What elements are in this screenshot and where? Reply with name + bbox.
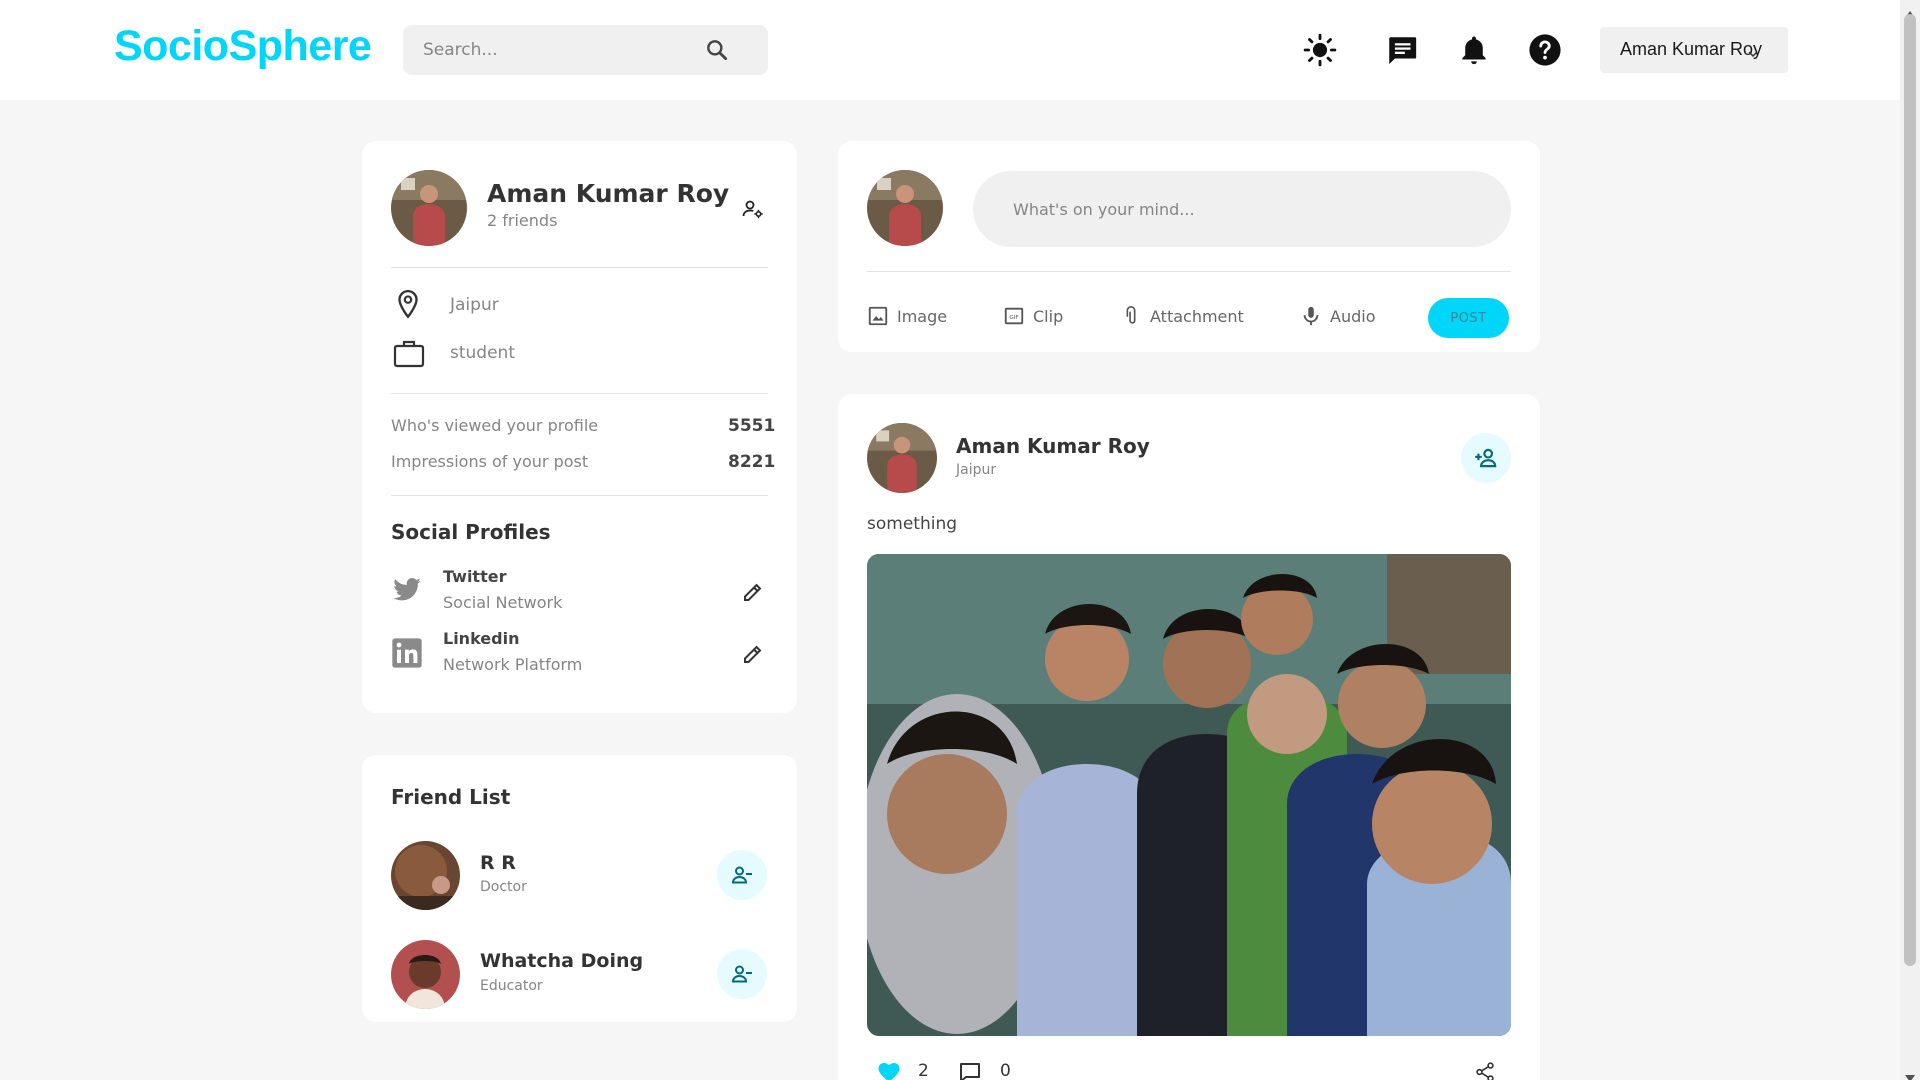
remove-friend-button[interactable] — [717, 949, 767, 999]
user-select[interactable]: Aman Kumar Roy — [1600, 27, 1788, 73]
profile-friends-count: 2 friends — [487, 211, 558, 230]
divider — [867, 271, 1511, 272]
friend-name[interactable]: Whatcha Doing — [480, 950, 643, 972]
microphone-icon — [1300, 305, 1322, 327]
post-card: Aman Kumar Roy Jaipur something 2 0 — [838, 394, 1540, 1080]
edit-linkedin-icon[interactable] — [741, 642, 765, 666]
social-linkedin-name: Linkedin — [443, 629, 520, 648]
comment-icon[interactable] — [958, 1060, 982, 1080]
page-scrollbar[interactable] — [1900, 0, 1920, 1080]
help-icon[interactable] — [1528, 33, 1562, 67]
divider — [391, 267, 768, 268]
like-heart-icon[interactable] — [877, 1061, 901, 1080]
edit-twitter-icon[interactable] — [741, 580, 765, 604]
twitter-icon — [391, 575, 423, 605]
stat-value-impressions: 8221 — [728, 452, 776, 472]
friend-avatar[interactable] — [391, 940, 460, 1009]
profile-name[interactable]: Aman Kumar Roy — [487, 179, 729, 208]
scroll-down-arrow-icon[interactable] — [1905, 1068, 1915, 1080]
person-add-icon — [1473, 445, 1499, 471]
share-icon[interactable] — [1474, 1061, 1496, 1080]
add-audio-button[interactable]: Audio — [1300, 303, 1375, 329]
linkedin-icon — [391, 637, 423, 669]
chevron-down-icon — [1747, 45, 1759, 58]
navbar: SocioSphere Aman Kumar Roy — [0, 0, 1900, 100]
social-twitter-name: Twitter — [443, 567, 507, 586]
add-image-button[interactable]: Image — [867, 303, 947, 329]
person-remove-icon — [730, 863, 754, 887]
social-linkedin-sub: Network Platform — [443, 655, 583, 674]
stat-label-profile-views: Who's viewed your profile — [391, 416, 599, 435]
post-text: something — [867, 514, 958, 534]
composer-avatar — [867, 170, 943, 246]
gif-icon: GIF — [1003, 305, 1025, 327]
comment-count: 0 — [1000, 1061, 1011, 1080]
stat-label-impressions: Impressions of your post — [391, 452, 589, 471]
briefcase-icon — [393, 338, 425, 368]
search-input[interactable] — [423, 25, 703, 75]
stat-value-profile-views: 5551 — [728, 416, 776, 436]
friend-occupation: Doctor — [480, 879, 527, 895]
post-text-input[interactable] — [973, 171, 1511, 247]
post-composer-card: Image GIF Clip Attachment Audio POST — [838, 141, 1540, 352]
svg-text:GIF: GIF — [1009, 315, 1018, 321]
divider — [391, 495, 768, 496]
tool-label: Attachment — [1150, 306, 1244, 326]
post-image[interactable] — [867, 554, 1511, 1036]
app-logo[interactable]: SocioSphere — [114, 22, 372, 71]
add-friend-button[interactable] — [1461, 433, 1511, 483]
image-icon — [867, 305, 889, 327]
location-icon — [395, 289, 421, 321]
like-count: 2 — [918, 1061, 929, 1080]
divider — [391, 393, 768, 394]
tool-label: Audio — [1330, 306, 1376, 326]
manage-account-icon[interactable] — [741, 197, 765, 221]
scroll-up-arrow-icon[interactable] — [1905, 3, 1915, 18]
friend-avatar[interactable] — [391, 841, 460, 910]
notification-icon[interactable] — [1457, 33, 1491, 67]
profile-avatar[interactable] — [391, 170, 467, 246]
friend-occupation: Educator — [480, 978, 543, 994]
post-author-avatar[interactable] — [867, 423, 937, 493]
profile-card: Aman Kumar Roy 2 friends Jaipur student … — [362, 141, 797, 713]
social-twitter-sub: Social Network — [443, 593, 563, 612]
tool-label: Image — [897, 306, 948, 326]
add-attachment-button[interactable]: Attachment — [1120, 303, 1244, 329]
profile-location: Jaipur — [450, 295, 499, 315]
light-mode-icon[interactable] — [1303, 33, 1337, 67]
post-author-name[interactable]: Aman Kumar Roy — [956, 434, 1150, 458]
add-clip-button[interactable]: GIF Clip — [1003, 303, 1063, 329]
user-select-value: Aman Kumar Roy — [1620, 39, 1763, 59]
post-button[interactable]: POST — [1428, 298, 1509, 338]
friend-list-title: Friend List — [391, 785, 511, 809]
friend-name[interactable]: R R — [480, 852, 516, 874]
post-author-location: Jaipur — [956, 462, 997, 478]
search-icon[interactable] — [704, 37, 730, 63]
social-profiles-title: Social Profiles — [391, 520, 551, 544]
tool-label: Clip — [1033, 306, 1064, 326]
friend-list-card: Friend List R R Doctor Whatcha Doing Edu… — [362, 755, 797, 1022]
message-icon[interactable] — [1385, 33, 1419, 67]
remove-friend-button[interactable] — [717, 850, 767, 900]
attachment-icon — [1120, 305, 1142, 327]
scrollbar-thumb[interactable] — [1904, 14, 1916, 966]
person-remove-icon — [730, 962, 754, 986]
search-box[interactable] — [403, 25, 768, 75]
profile-occupation: student — [450, 343, 515, 363]
